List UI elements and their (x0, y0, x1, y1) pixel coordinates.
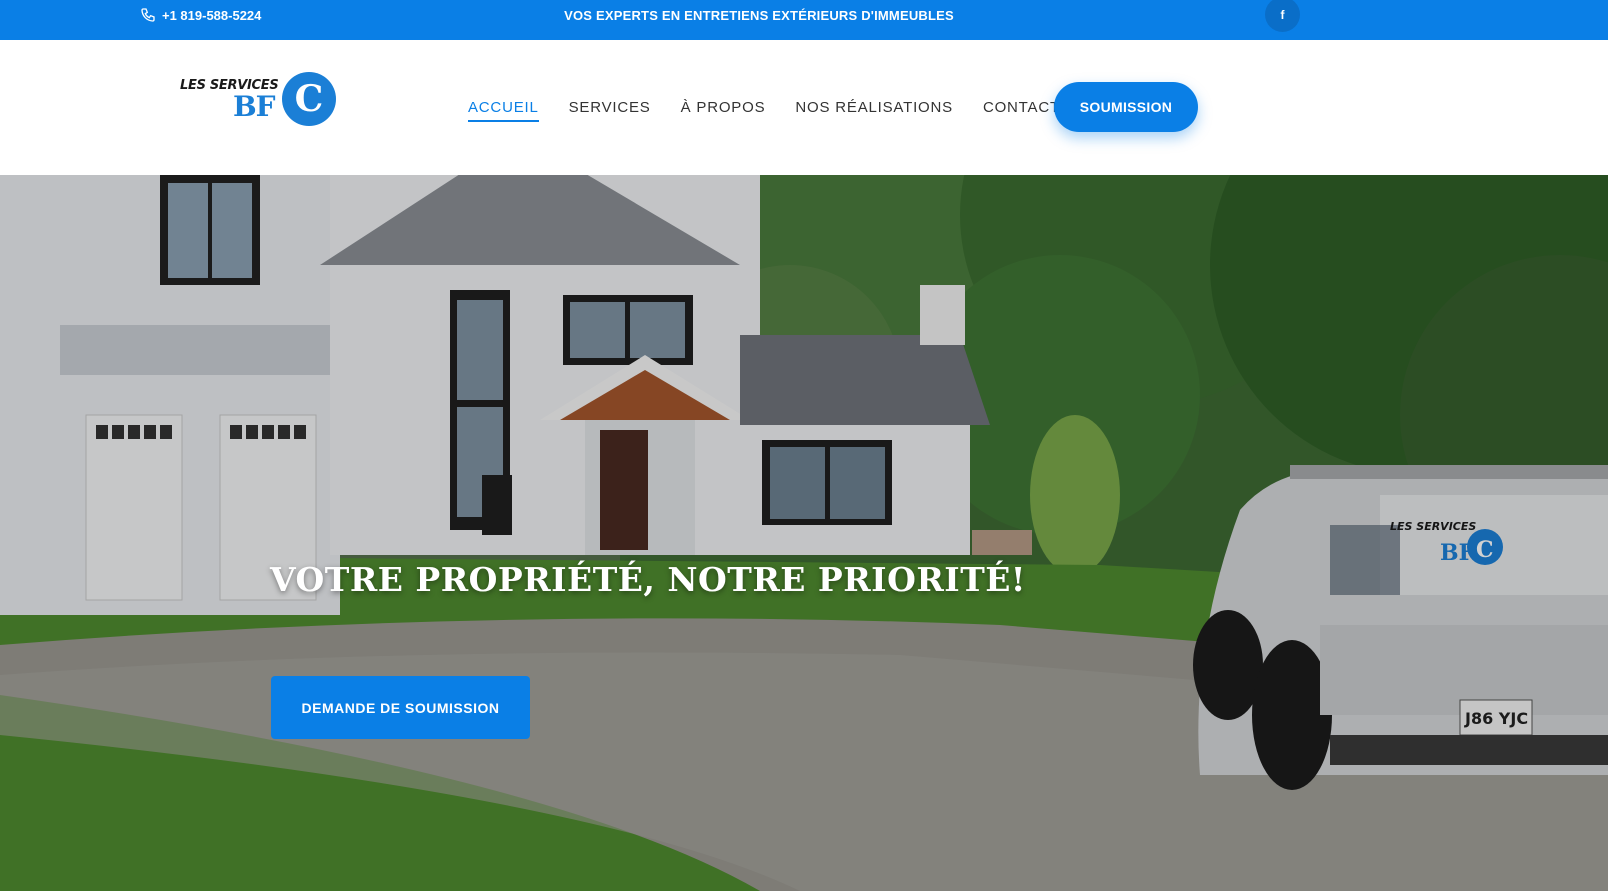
hero-overlay (0, 175, 1608, 891)
nav-item-services[interactable]: SERVICES (569, 93, 651, 122)
nav-item-a-propos[interactable]: À PROPOS (681, 93, 766, 122)
site-logo[interactable]: LES SERVICES BF C (178, 72, 338, 132)
nav-item-contact[interactable]: CONTACT (983, 93, 1060, 122)
hero-title: VOTRE PROPRIÉTÉ, NOTRE PRIORITÉ! (270, 560, 1026, 599)
nav-item-accueil[interactable]: ACCUEIL (468, 93, 539, 122)
site-header: LES SERVICES BF C ACCUEIL SERVICES À PRO… (0, 40, 1608, 175)
soumission-button[interactable]: SOUMISSION (1054, 82, 1198, 132)
logo-badge: C (282, 72, 336, 126)
demande-soumission-button[interactable]: DEMANDE DE SOUMISSION (271, 676, 530, 739)
logo-text-line2: BF (233, 90, 276, 123)
hero-section: LES SERVICES BF C J86 YJC VOTRE PROPRIÉT… (0, 175, 1608, 891)
nav-item-realisations[interactable]: NOS RÉALISATIONS (795, 93, 953, 122)
top-bar: +1 819-588-5224 VOS EXPERTS EN ENTRETIEN… (0, 0, 1608, 40)
main-nav: ACCUEIL SERVICES À PROPOS NOS RÉALISATIO… (468, 40, 1090, 175)
